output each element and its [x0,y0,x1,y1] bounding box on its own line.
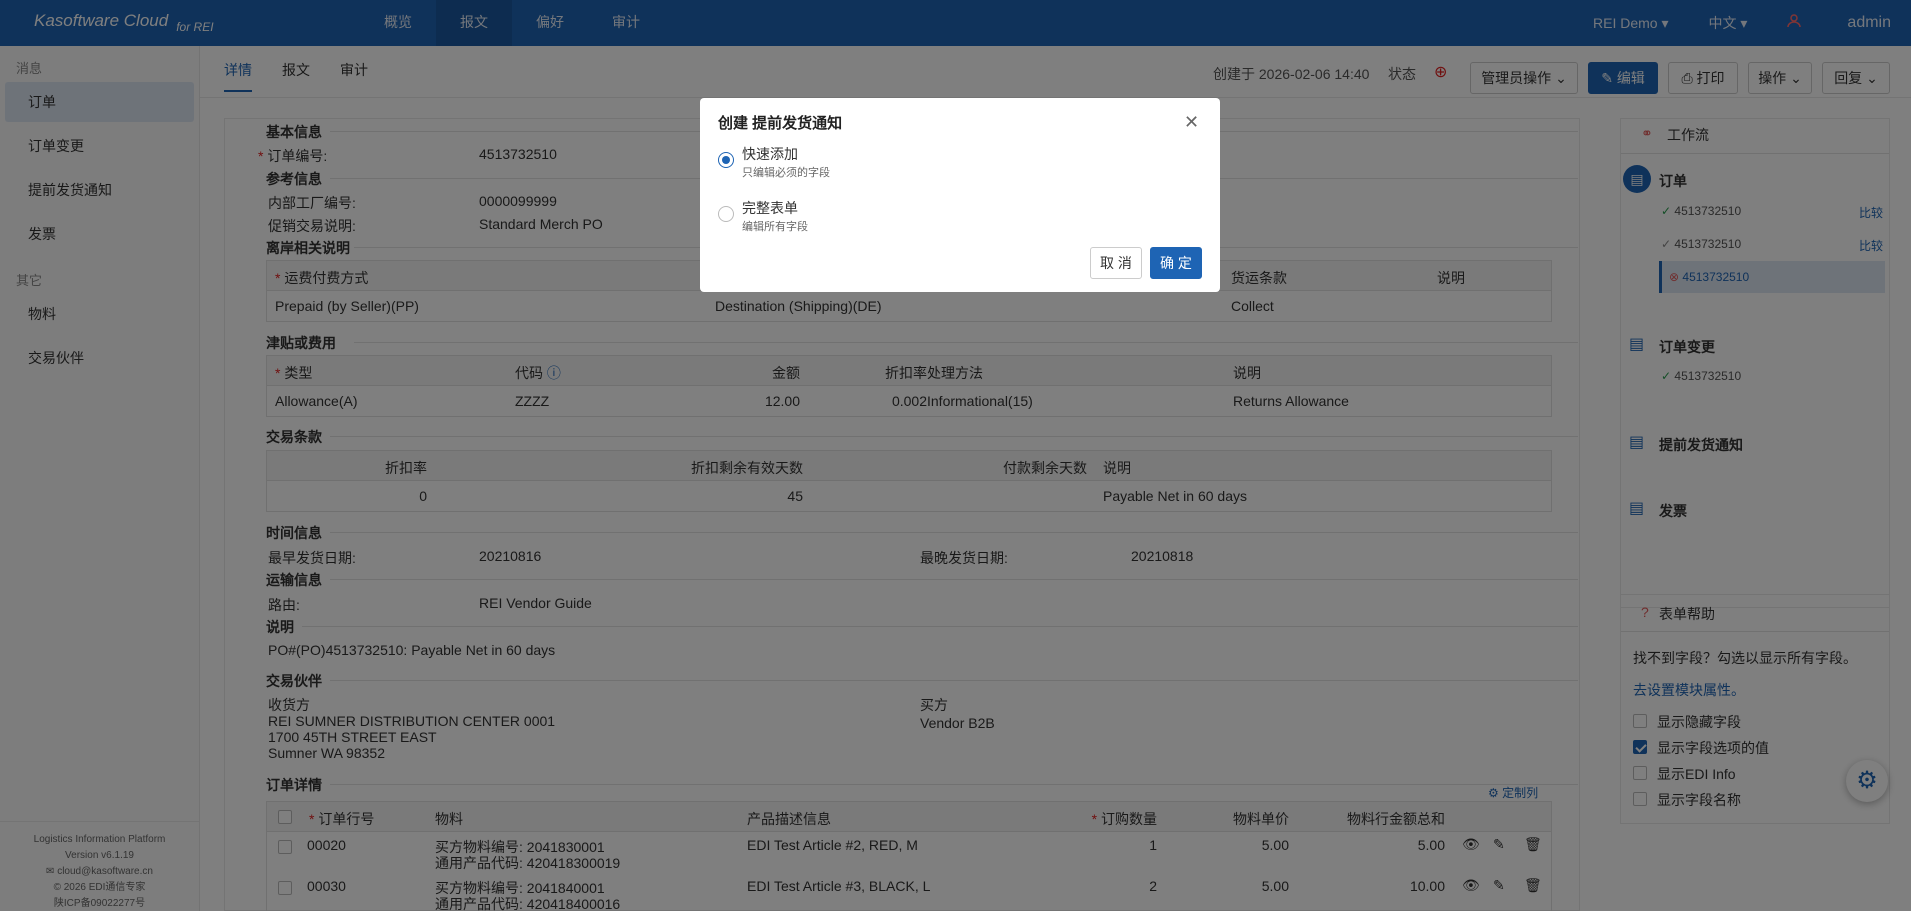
full-form-desc: 编辑所有字段 [742,221,808,233]
quick-add-radio[interactable] [718,152,734,168]
close-icon[interactable]: ✕ [1184,112,1199,133]
full-form-label[interactable]: 完整表单 [742,198,798,218]
confirm-button[interactable]: 确 定 [1150,247,1202,279]
full-form-radio[interactable] [718,206,734,222]
cancel-button[interactable]: 取 消 [1090,247,1142,279]
dialog-title: 创建 提前发货通知 [718,115,843,132]
quick-add-desc: 只编辑必须的字段 [742,167,830,179]
create-asn-dialog: 创建 提前发货通知 ✕ 快速添加 只编辑必须的字段 完整表单 编辑所有字段 取 … [700,98,1220,292]
quick-add-label[interactable]: 快速添加 [742,144,798,164]
